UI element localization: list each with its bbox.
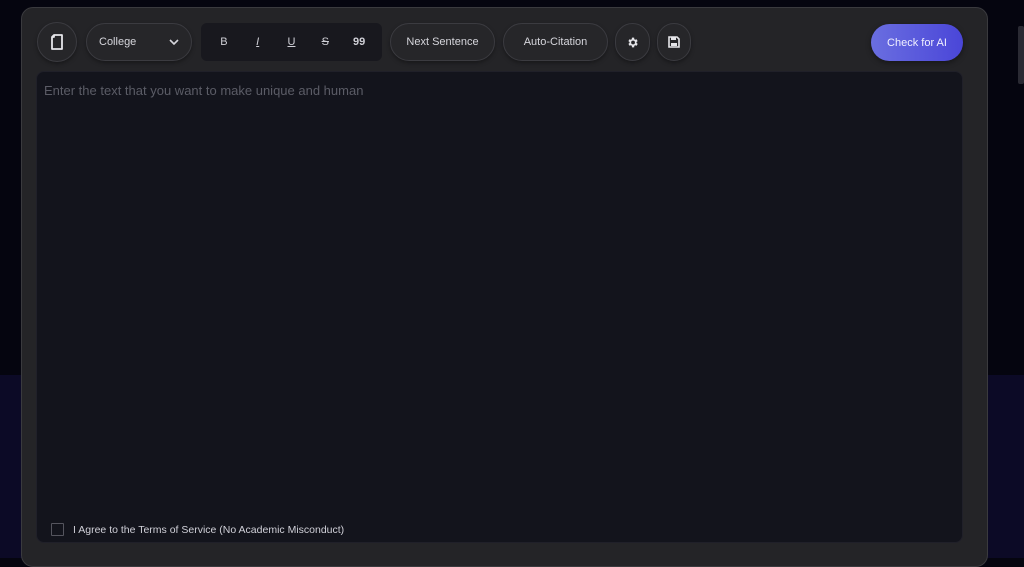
level-select-value: College [99,36,137,48]
document-icon [51,34,63,50]
strikethrough-button[interactable]: S [313,36,337,48]
editor-placeholder: Enter the text that you want to make uni… [44,83,364,98]
terms-label: I Agree to the Terms of Service (No Acad… [73,523,345,536]
quote-button[interactable]: 99 [347,36,371,48]
format-toolbar: B I U S 99 [201,23,382,61]
level-select[interactable]: College [86,23,192,61]
terms-checkbox[interactable] [51,523,64,536]
check-for-ai-button[interactable]: Check for AI [871,24,963,61]
next-sentence-button[interactable]: Next Sentence [390,23,495,61]
underline-button[interactable]: U [279,36,303,48]
scrollbar[interactable] [1018,26,1024,84]
auto-citation-button[interactable]: Auto-Citation [503,23,608,61]
text-editor[interactable]: Enter the text that you want to make uni… [36,71,963,543]
chevron-down-icon [169,39,179,45]
save-icon [668,36,680,48]
new-document-button[interactable] [37,22,77,62]
gear-icon [628,37,638,47]
terms-agreement[interactable]: I Agree to the Terms of Service (No Acad… [51,523,344,536]
save-button[interactable] [657,23,691,61]
italic-button[interactable]: I [246,36,270,48]
settings-button[interactable] [615,23,650,61]
bold-button[interactable]: B [212,36,236,48]
